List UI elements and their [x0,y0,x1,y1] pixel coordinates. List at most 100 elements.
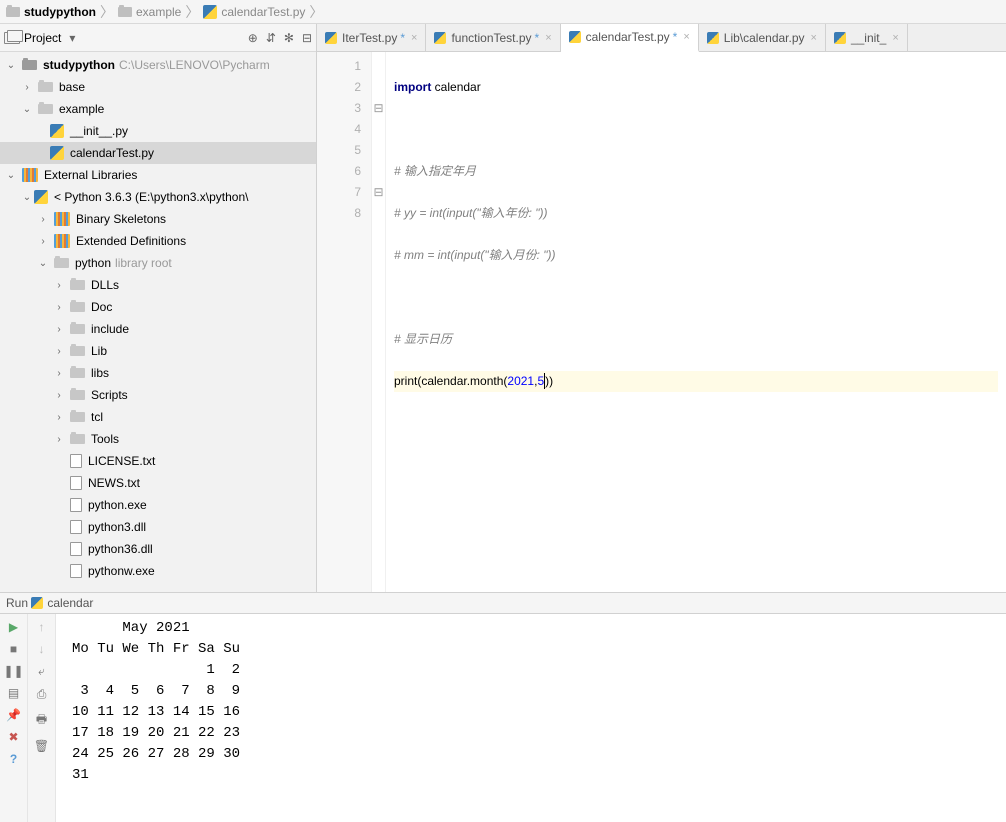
line-number: 2 [317,77,361,98]
tree-item-studypython[interactable]: ⌄studypythonC:\Users\LENOVO\Pycharm [0,54,316,76]
run-actions-left: ▶ ■ ❚❚ ▤ 📌 ✖ ? [0,614,28,822]
python-file-icon [434,32,446,44]
tree-item-tcl[interactable]: › tcl [0,406,316,428]
close-tab-icon[interactable]: × [683,31,689,43]
project-root-icon [22,60,37,70]
folder-icon [38,82,53,92]
expand-arrow-icon[interactable]: › [52,390,66,401]
chevron-down-icon[interactable]: ▾ [69,31,75,45]
tree-item-dlls[interactable]: › DLLs [0,274,316,296]
expand-arrow-icon[interactable]: › [52,346,66,357]
close-tab-icon[interactable]: × [545,32,551,44]
sidebar-title[interactable]: Project [24,31,61,45]
expand-arrow-icon[interactable]: › [52,302,66,313]
line-number: 3 [317,98,361,119]
gear-icon[interactable]: ✻ [284,31,294,45]
chevron-right-icon: 〉 [185,2,199,22]
expand-arrow-icon[interactable]: › [52,368,66,379]
tree-item---python-3-6-3--e--python3-x-python-[interactable]: ⌄ < Python 3.6.3 (E:\python3.x\python\ [0,186,316,208]
close-tab-icon[interactable]: × [892,32,898,44]
comment: # 输入指定年月 [394,164,476,178]
project-view-icon[interactable] [4,32,20,44]
tree-item-label: python.exe [88,498,147,512]
rerun-icon[interactable]: ▶ [9,620,18,634]
autoscroll-icon[interactable]: ⊕ [248,31,258,45]
tree-item-external-libraries[interactable]: ⌄External Libraries [0,164,316,186]
run-config-name[interactable]: calendar [47,596,93,610]
scroll-icon[interactable]: ⎙ [37,687,47,702]
tree-item-extended-definitions[interactable]: ›Extended Definitions [0,230,316,252]
tree-item-tools[interactable]: ›Tools [0,428,316,450]
tree-item---init---py[interactable]: ·__init__.py [0,120,316,142]
expand-arrow-icon[interactable]: › [36,236,50,247]
tab-calendartest-py[interactable]: calendarTest.py*× [561,24,699,52]
tree-item-pythonw-exe[interactable]: ·pythonw.exe [0,560,316,582]
collapse-arrow-icon[interactable]: ⌄ [4,170,18,181]
hide-icon[interactable]: ⊟ [302,31,312,45]
collapse-arrow-icon[interactable]: ⌄ [4,60,18,71]
line-number: 8 [317,203,361,224]
fold-column[interactable]: ⊟ ⊟ [372,52,386,592]
help-icon[interactable]: ? [10,752,17,766]
expand-arrow-icon[interactable]: › [52,324,66,335]
breadcrumb-root[interactable]: studypython [24,5,96,19]
close-tab-icon[interactable]: × [811,32,817,44]
tree-item-example[interactable]: ⌄example [0,98,316,120]
run-label[interactable]: Run [6,596,28,610]
close-tab-icon[interactable]: × [411,32,417,44]
breadcrumb-folder[interactable]: example [136,5,181,19]
tree-item-calendartest-py[interactable]: ·calendarTest.py [0,142,316,164]
expand-arrow-icon[interactable]: › [52,434,66,445]
project-tree[interactable]: ⌄studypythonC:\Users\LENOVO\Pycharm›base… [0,52,316,592]
collapse-arrow-icon[interactable]: ⌄ [20,104,34,115]
tree-item-binary-skeletons[interactable]: ›Binary Skeletons [0,208,316,230]
expand-arrow-icon[interactable]: › [52,412,66,423]
collapse-arrow-icon[interactable]: ⌄ [36,258,50,269]
wrap-icon[interactable]: ⤶ [38,664,45,679]
pause-icon[interactable]: ❚❚ [3,664,23,678]
tab-label: Lib\calendar.py [724,31,805,45]
pin-icon[interactable]: 📌 [6,708,21,722]
close-icon[interactable]: ✖ [8,730,18,744]
collapse-arrow-icon[interactable]: ⌄ [20,192,34,203]
folder-icon [54,258,69,268]
tree-item-python36-dll[interactable]: ·python36.dll [0,538,316,560]
print-icon[interactable]: 🖶 [36,710,47,731]
tree-item-news-txt[interactable]: ·NEWS.txt [0,472,316,494]
down-icon[interactable]: ↓ [39,642,45,656]
tree-item-label: DLLs [91,278,119,292]
breadcrumb-file[interactable]: calendarTest.py [221,5,305,19]
tree-item-include[interactable]: ›include [0,318,316,340]
tab---init-[interactable]: __init_× [826,24,908,51]
file-icon [70,542,82,556]
tree-item-label: tcl [91,410,103,424]
expand-arrow-icon[interactable]: › [20,82,34,93]
expand-arrow-icon[interactable]: › [36,214,50,225]
library-icon [54,234,70,248]
tree-item-lib[interactable]: ›Lib [0,340,316,362]
folder-icon [6,7,20,17]
up-icon[interactable]: ↑ [39,620,45,634]
expand-arrow-icon[interactable]: › [52,280,66,291]
trash-icon[interactable]: 🗑 [34,739,49,753]
code-content[interactable]: import calendar # 输入指定年月 # yy = int(inpu… [386,52,1006,592]
dump-icon[interactable]: ▤ [8,686,19,700]
tree-item-libs[interactable]: ›libs [0,362,316,384]
tree-item-python3-dll[interactable]: ·python3.dll [0,516,316,538]
tab-lib-calendar-py[interactable]: Lib\calendar.py × [699,24,826,51]
identifier: print [394,374,417,388]
line-number: 6 [317,161,361,182]
tree-item-python[interactable]: ⌄pythonlibrary root [0,252,316,274]
tab-functiontest-py[interactable]: functionTest.py*× [426,24,560,51]
editor-body[interactable]: 12345678 ⊟ ⊟ import calendar # 输入指定年月 # … [317,52,1006,592]
stop-icon[interactable]: ■ [10,642,17,656]
collapse-icon[interactable]: ⇵ [266,31,276,45]
tree-item-doc[interactable]: ›Doc [0,296,316,318]
tree-item-base[interactable]: ›base [0,76,316,98]
tree-item-scripts[interactable]: ›Scripts [0,384,316,406]
tab-itertest-py[interactable]: IterTest.py*× [317,24,426,51]
tree-item-python-exe[interactable]: ·python.exe [0,494,316,516]
tree-item-label: < Python 3.6.3 (E:\python3.x\python\ [54,190,248,204]
tree-item-license-txt[interactable]: ·LICENSE.txt [0,450,316,472]
console-output[interactable]: May 2021 Mo Tu We Th Fr Sa Su 1 2 3 4 5 … [56,614,1006,822]
